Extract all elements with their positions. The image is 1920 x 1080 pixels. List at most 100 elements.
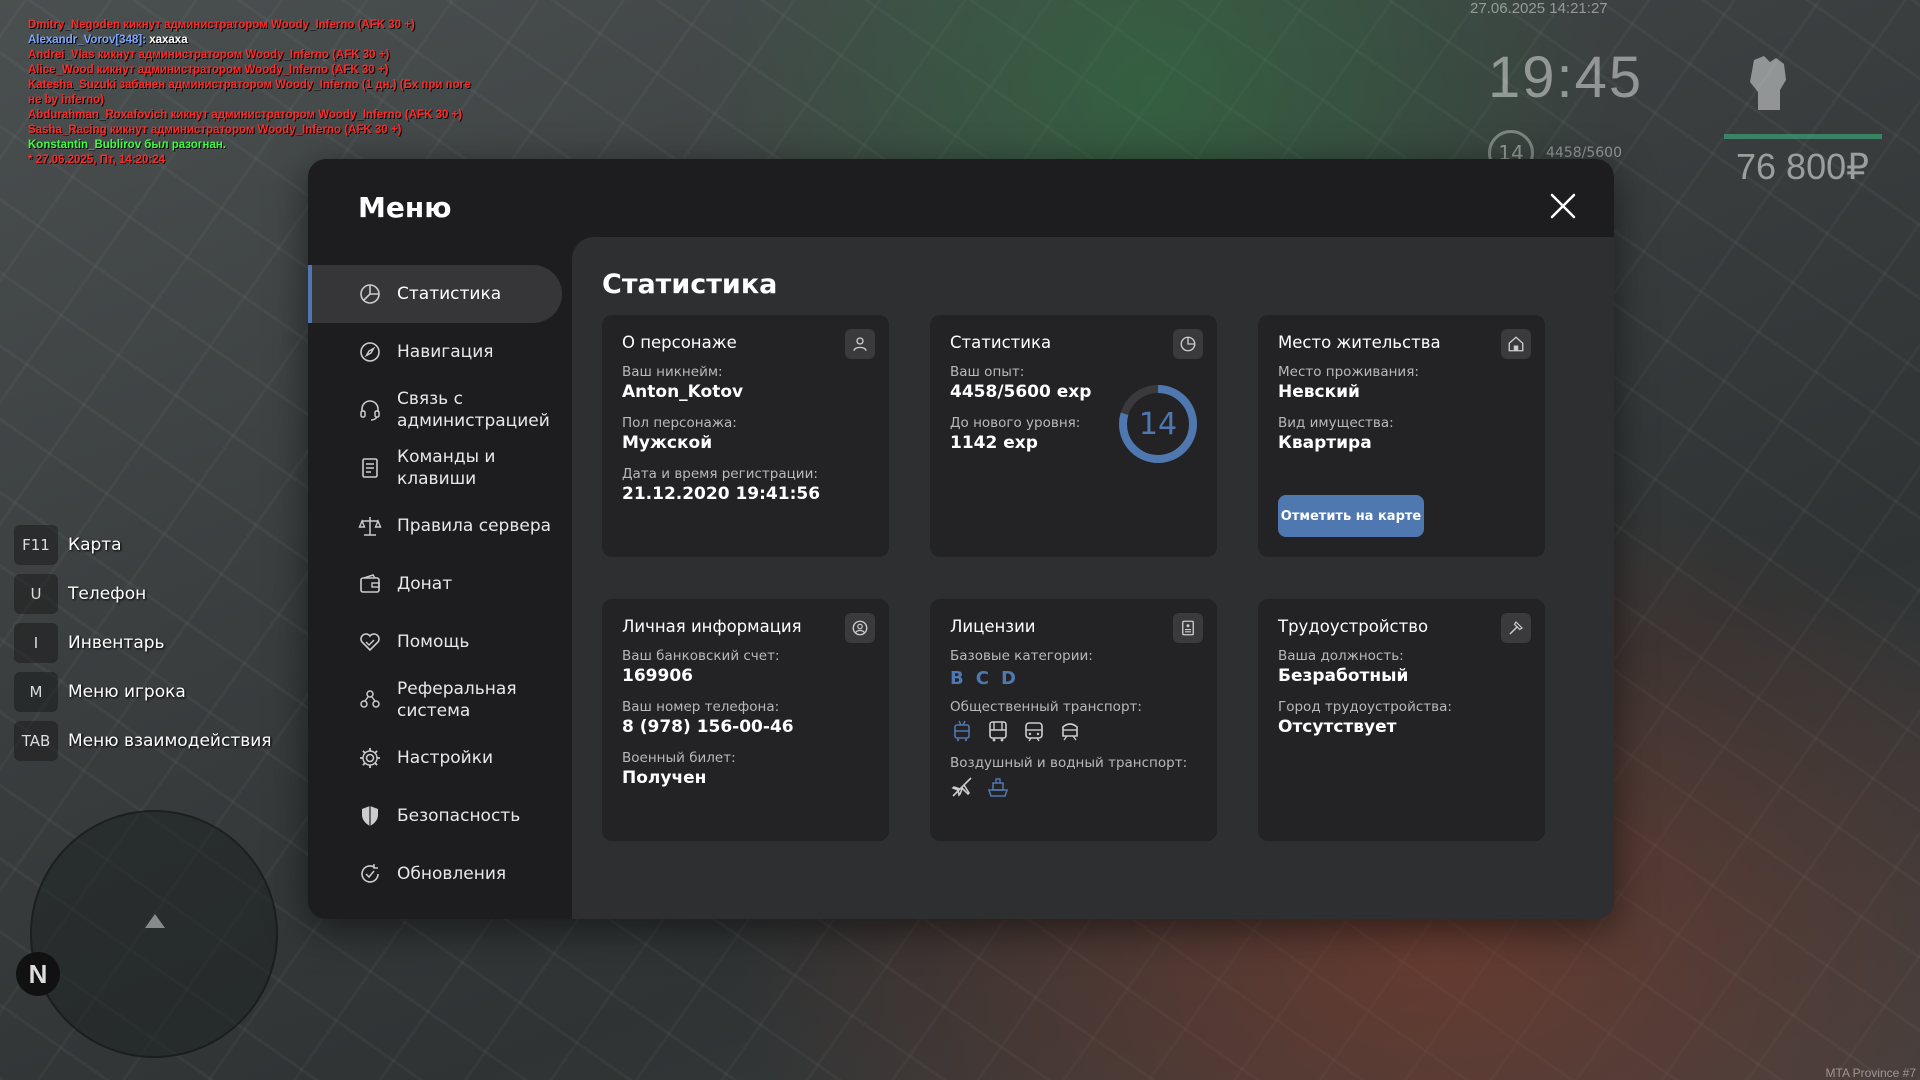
chart-pie-icon bbox=[1173, 329, 1203, 359]
registration-value: 21.12.2020 19:41:56 bbox=[622, 484, 821, 504]
hotkey-label: Карта bbox=[68, 534, 122, 555]
trolleybus-icon bbox=[954, 720, 970, 742]
hammer-icon bbox=[1501, 613, 1531, 643]
hotkey-map[interactable]: F11 Карта bbox=[14, 520, 272, 569]
field-label: Военный билет: bbox=[622, 750, 736, 766]
field-label: Воздушный и водный транспорт: bbox=[950, 755, 1188, 771]
sidebar-item-commands[interactable]: Команды и клавиши bbox=[308, 439, 562, 497]
sidebar-item-updates[interactable]: Обновления bbox=[308, 845, 562, 903]
chat-line: Alice_Wood кикнут администратором Woody_… bbox=[28, 64, 389, 76]
health-bar bbox=[1724, 134, 1882, 139]
wallet-icon bbox=[360, 574, 380, 593]
hud-clock: 19:45 bbox=[1488, 45, 1644, 110]
sidebar-item-statistics[interactable]: Статистика bbox=[308, 265, 562, 323]
page-title: Статистика bbox=[602, 269, 778, 300]
chat-line: не by inferno) bbox=[28, 94, 104, 106]
menu-window: Меню Статистика Навигация Связь с админи… bbox=[308, 159, 1614, 919]
hotkey-key: I bbox=[14, 622, 58, 663]
sidebar-item-label: Обновления bbox=[397, 864, 507, 884]
hotkey-player-menu[interactable]: M Меню игрока bbox=[14, 667, 272, 716]
hotkey-key: U bbox=[14, 573, 58, 614]
license-card-icon bbox=[1173, 613, 1203, 643]
field-label: Пол персонажа: bbox=[622, 415, 737, 431]
chat-line: Alexandr_Vorov[348]: хахаха bbox=[28, 33, 508, 48]
refresh-check-icon bbox=[361, 864, 379, 883]
card-character: О персонаже Ваш никнейм: Anton_Kotov Пол… bbox=[602, 315, 889, 557]
nickname-value: Anton_Kotov bbox=[622, 382, 744, 402]
card-personal: Личная информация Ваш банковский счет: 1… bbox=[602, 599, 889, 841]
people-icon bbox=[360, 690, 380, 708]
sidebar-item-contact-admin[interactable]: Связь с администрацией bbox=[308, 381, 562, 439]
field-label: Общественный транспорт: bbox=[950, 699, 1142, 715]
sidebar-item-security[interactable]: Безопасность bbox=[308, 787, 562, 845]
fist-icon bbox=[1740, 52, 1796, 112]
card-stats: Статистика Ваш опыт: 4458/5600 exp До но… bbox=[930, 315, 1217, 557]
hud-money: 76 800₽ bbox=[1736, 146, 1870, 187]
hotkey-interaction-menu[interactable]: TAB Меню взаимодействия bbox=[14, 716, 272, 765]
sidebar-item-rules[interactable]: Правила сервера bbox=[308, 497, 562, 555]
compass-icon bbox=[360, 342, 380, 362]
residence-value: Невский bbox=[1278, 382, 1360, 402]
sidebar-item-donate[interactable]: Донат bbox=[308, 555, 562, 613]
field-label: Дата и время регистрации: bbox=[622, 466, 818, 482]
card-title: О персонаже bbox=[622, 333, 737, 352]
sidebar-item-label: Статистика bbox=[397, 284, 502, 304]
heart-hand-icon bbox=[360, 633, 380, 652]
field-label: Город трудоустройства: bbox=[1278, 699, 1452, 715]
sidebar-item-label: Настройки bbox=[397, 748, 494, 768]
hotkey-key: TAB bbox=[14, 720, 58, 761]
sidebar-item-settings[interactable]: Настройки bbox=[308, 729, 562, 787]
public-transport-icons bbox=[950, 719, 1197, 743]
card-title: Личная информация bbox=[622, 617, 802, 636]
tram-icon bbox=[1025, 722, 1043, 742]
field-label: Вид имущества: bbox=[1278, 415, 1394, 431]
license-categories: B C D bbox=[950, 668, 1197, 689]
menu-sidebar: Статистика Навигация Связь с администрац… bbox=[308, 265, 562, 903]
card-title: Трудоустройство bbox=[1278, 617, 1429, 636]
content-panel: Статистика О персонаже Ваш никнейм: Anto… bbox=[572, 237, 1614, 919]
train-icon bbox=[1062, 723, 1078, 741]
card-title: Статистика bbox=[950, 333, 1052, 352]
gear-icon bbox=[360, 748, 380, 768]
chart-pie-icon bbox=[360, 284, 380, 304]
hotkey-list: F11 Карта U Телефон I Инвентарь M Меню игрок… bbox=[14, 520, 272, 765]
sidebar-item-label: Правила сервера bbox=[397, 516, 552, 536]
hotkey-inventory[interactable]: I Инвентарь bbox=[14, 618, 272, 667]
field-label: Место проживания: bbox=[1278, 364, 1419, 380]
license-category-d: D bbox=[1000, 668, 1016, 689]
card-title: Лицензии bbox=[950, 617, 1036, 636]
bus-icon bbox=[989, 721, 1007, 742]
hotkey-label: Инвентарь bbox=[68, 632, 165, 653]
chat-sender: Alexandr_Vorov[348]: bbox=[28, 34, 147, 46]
chat-line: Dmitry_Negoden кикнут администратором Wo… bbox=[28, 19, 415, 31]
chat-message: хахаха bbox=[146, 34, 188, 46]
card-employment: Трудоустройство Ваша должность: Безработ… bbox=[1258, 599, 1545, 841]
sidebar-item-help[interactable]: Помощь bbox=[308, 613, 562, 671]
position-value: Безработный bbox=[1278, 666, 1409, 686]
hud-datetime: 27.06.2025 14:21:27 bbox=[1470, 0, 1608, 17]
sidebar-item-label: Помощь bbox=[397, 632, 470, 652]
sidebar-item-label: Безопасность bbox=[397, 806, 521, 826]
chat-line: Katesha_Suzuki забанен администратором W… bbox=[28, 79, 471, 91]
server-watermark: MTA Province #7 bbox=[1825, 1066, 1916, 1080]
user-icon bbox=[845, 329, 875, 359]
hotkey-phone[interactable]: U Телефон bbox=[14, 569, 272, 618]
hotkey-key: M bbox=[14, 671, 58, 712]
chat-line: Andrei_Vlas кикнут администратором Woody… bbox=[28, 49, 390, 61]
mark-on-map-button[interactable]: Отметить на карте bbox=[1278, 495, 1424, 537]
sidebar-item-label: Связь с администрацией bbox=[397, 389, 550, 431]
hotkey-label: Телефон bbox=[68, 583, 147, 604]
airplane-icon bbox=[951, 777, 972, 797]
bank-account-value: 169906 bbox=[622, 666, 693, 686]
chat-log: Dmitry_Negoden кикнут администратором Wo… bbox=[28, 18, 508, 168]
sidebar-item-navigation[interactable]: Навигация bbox=[308, 323, 562, 381]
license-category-c: C bbox=[975, 668, 989, 689]
close-button[interactable] bbox=[1548, 191, 1578, 221]
hotkey-label: Меню взаимодействия bbox=[68, 730, 272, 751]
hotkey-key: F11 bbox=[14, 524, 58, 565]
employment-city-value: Отсутствует bbox=[1278, 717, 1397, 737]
military-value: Получен bbox=[622, 768, 707, 788]
sidebar-item-label: Донат bbox=[397, 574, 453, 594]
field-label: Ваш опыт: bbox=[950, 364, 1025, 380]
sidebar-item-referral[interactable]: Реферальная система bbox=[308, 671, 562, 729]
